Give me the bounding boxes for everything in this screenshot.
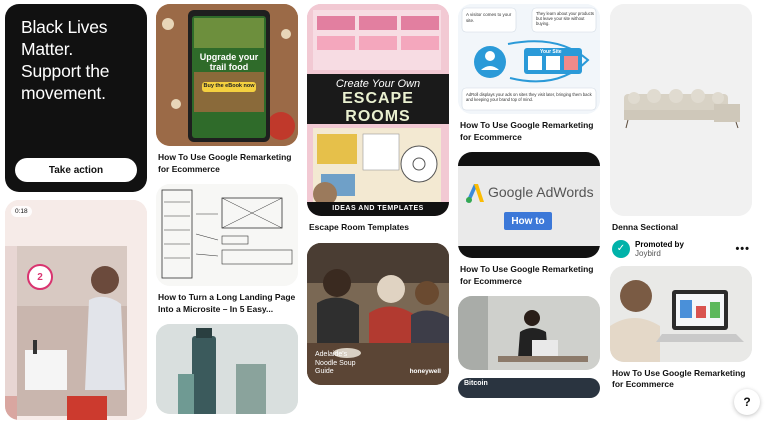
diagram-label-leave: They learn about your products but leave… [536,11,594,26]
blm-headline: Black Lives Matter. Support the movement… [21,17,110,103]
noodle-overlay: Adelaide's Noodle Soup Guide [315,351,356,375]
pin-remarketing-caption[interactable]: How To Use Google Remarketing for Ecomme… [458,114,600,143]
buy-ebook-button: Buy the eBook now [203,83,255,89]
pin-laptop-image[interactable] [610,265,752,362]
diagram-label-site: Your Site [540,49,562,55]
bitcoin-label: Bitcoin [464,380,488,387]
pin-laptop-woman-image[interactable] [458,296,600,370]
column-2: Upgrade your trail food Buy the eBook no… [156,4,298,414]
pin-remarketing-image[interactable]: A visitor comes to your site. They learn… [458,4,600,114]
pin-ebook-caption[interactable]: How To Use Google Remarketing for Ecomme… [156,146,298,175]
step-circle: 2 [27,264,53,290]
pin-laptop-caption[interactable]: How To Use Google Remarketing for Ecomme… [610,362,752,391]
more-options-icon[interactable]: ••• [735,243,750,255]
laptop-scene [610,265,752,362]
escape-line1: Create Your Own [335,78,421,90]
video-pin[interactable]: 2 0:18 [5,200,147,420]
sofa-illustration [610,4,752,216]
promoted-by-label: Promoted by [635,239,684,249]
take-action-button[interactable]: Take action [15,158,137,182]
diagram-label-adroll: AdRoll displays your ads on sites they v… [466,92,592,102]
adwords-brand: Google AdWords [488,184,594,200]
pin-cosmetics-image[interactable] [156,324,298,414]
adwords-logo-icon [466,184,484,203]
ebook-scene [156,4,298,146]
column-5: Denna Sectional ✓ Promoted by Joybird ••… [610,4,752,400]
column-1: Black Lives Matter. Support the movement… [5,4,147,428]
help-button[interactable]: ? [734,389,760,415]
pin-escape-image[interactable]: Create Your Own ESCAPE ROOMS IDEAS AND T… [307,4,449,216]
wireframe-sketch [156,184,298,286]
video-pin-image [5,200,147,420]
ebook-title: Upgrade your trail food [199,52,259,72]
adwords-howto-button: How to [504,212,552,230]
blm-card[interactable]: Black Lives Matter. Support the movement… [5,4,147,192]
column-4: A visitor comes to your site. They learn… [458,4,600,398]
pin-noodle-image[interactable]: Adelaide's Noodle Soup Guide honeywell [307,242,449,385]
adwords-topbar [458,152,600,166]
pin-wireframe-caption[interactable]: How to Turn a Long Landing Page Into a M… [156,286,298,315]
promoted-row: ✓ Promoted by Joybird ••• [610,236,752,258]
pin-adwords-image[interactable]: Google AdWords How to [458,152,600,258]
cosmetics-scene [156,324,298,414]
pin-adwords-caption[interactable]: How To Use Google Remarketing for Ecomme… [458,258,600,287]
escape-footer: IDEAS AND TEMPLATES [307,202,449,216]
noodle-brand: honeywell [409,367,441,375]
escape-banner: Create Your Own ESCAPE ROOMS [307,74,449,125]
diagram-label-visitor: A visitor comes to your site. [466,12,512,23]
promoted-text: Promoted by Joybird [635,240,684,258]
joybird-logo-icon[interactable]: ✓ [612,239,630,258]
step-number: 2 [37,271,43,283]
pin-ebook-image[interactable]: Upgrade your trail food Buy the eBook no… [156,4,298,146]
pin-sofa-image[interactable] [610,4,752,216]
pin-wireframe-image[interactable] [156,184,298,286]
video-duration-badge: 0:18 [11,206,32,217]
pin-escape-caption[interactable]: Escape Room Templates [307,216,449,234]
advertiser-name[interactable]: Joybird [635,249,684,258]
adwords-bottombar [458,246,600,258]
cafe-scene [458,296,600,370]
escape-line2: ESCAPE ROOMS [342,90,414,125]
pin-bitcoin-image[interactable]: Bitcoin [458,378,600,398]
pin-sofa-caption[interactable]: Denna Sectional [610,216,752,234]
column-3: Create Your Own ESCAPE ROOMS IDEAS AND T… [307,4,449,385]
